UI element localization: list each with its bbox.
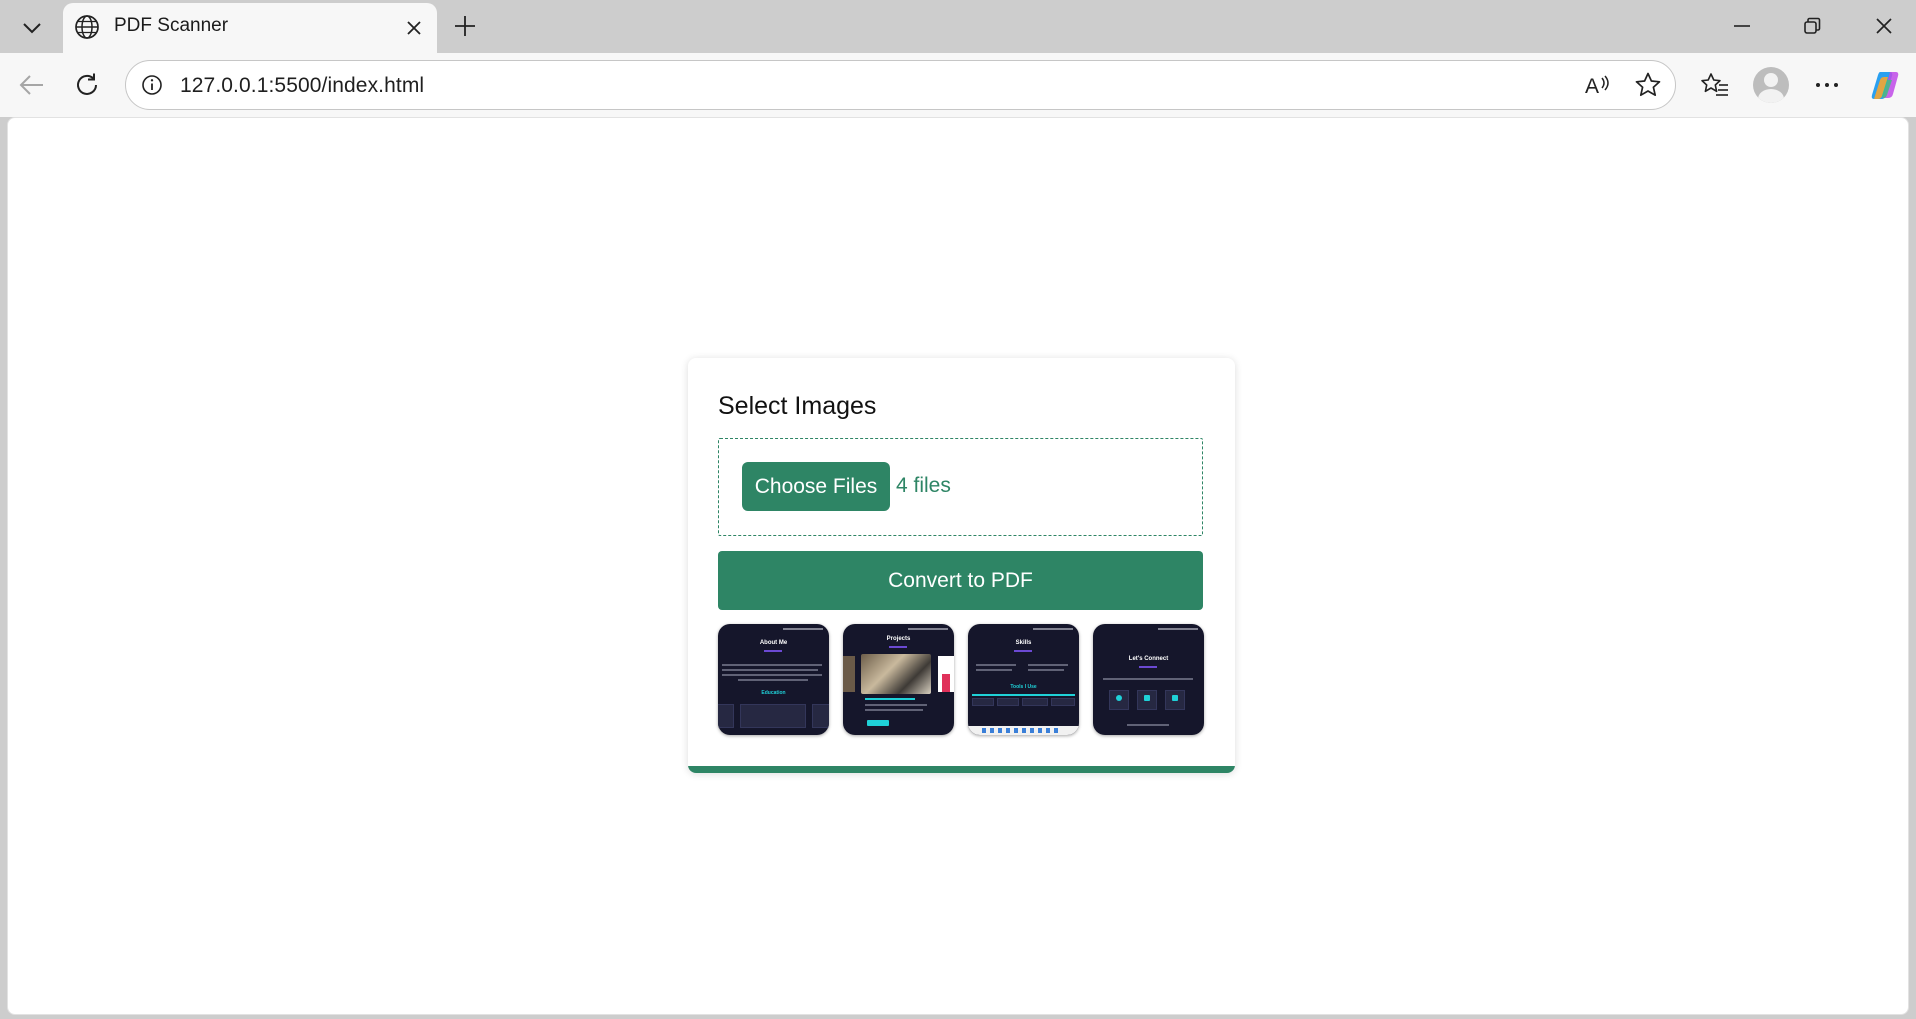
browser-tab[interactable]: PDF Scanner [63, 3, 437, 53]
star-icon[interactable] [1631, 68, 1665, 102]
image-thumbnail[interactable]: Skills Tools I Use [968, 624, 1079, 735]
upload-card: Select Images Choose Files 4 files Conve… [688, 358, 1235, 773]
file-count-label: 4 files [896, 474, 951, 497]
more-icon[interactable] [1807, 65, 1847, 105]
url-text[interactable]: 127.0.0.1:5500/index.html [180, 74, 424, 98]
tab-title: PDF Scanner [114, 15, 229, 36]
card-title: Select Images [718, 392, 877, 420]
browser-toolbar: 127.0.0.1:5500/index.html A [0, 53, 1916, 117]
info-icon[interactable] [136, 69, 168, 101]
page-viewport: Select Images Choose Files 4 files Conve… [7, 117, 1909, 1015]
avatar-icon[interactable] [1751, 65, 1791, 105]
back-arrow-icon[interactable] [12, 65, 52, 105]
tab-strip: PDF Scanner [0, 0, 1916, 53]
favorites-icon[interactable] [1695, 65, 1735, 105]
image-thumbnail[interactable]: Projects [843, 624, 954, 735]
thumbnail-list: About Me Education Projects Skills Tools… [718, 624, 1208, 736]
svg-text:A: A [1585, 75, 1599, 97]
reload-icon[interactable] [67, 65, 107, 105]
convert-to-pdf-button[interactable]: Convert to PDF [718, 551, 1203, 610]
globe-icon [73, 13, 101, 41]
file-dropzone[interactable]: Choose Files 4 files [718, 438, 1203, 536]
minimize-icon[interactable] [1714, 6, 1770, 46]
plus-icon[interactable] [447, 8, 483, 44]
image-thumbnail[interactable]: Let's Connect [1093, 624, 1204, 735]
read-aloud-icon[interactable]: A [1581, 68, 1615, 102]
window-close-icon[interactable] [1856, 6, 1912, 46]
tab-list-icon[interactable] [12, 10, 52, 46]
address-bar[interactable]: 127.0.0.1:5500/index.html A [125, 60, 1676, 110]
choose-files-button[interactable]: Choose Files [742, 462, 890, 511]
close-icon[interactable] [399, 13, 429, 43]
restore-icon[interactable] [1784, 6, 1840, 46]
image-thumbnail[interactable]: About Me Education [718, 624, 829, 735]
card-accent-bar [688, 766, 1235, 773]
copilot-icon[interactable] [1865, 65, 1905, 105]
